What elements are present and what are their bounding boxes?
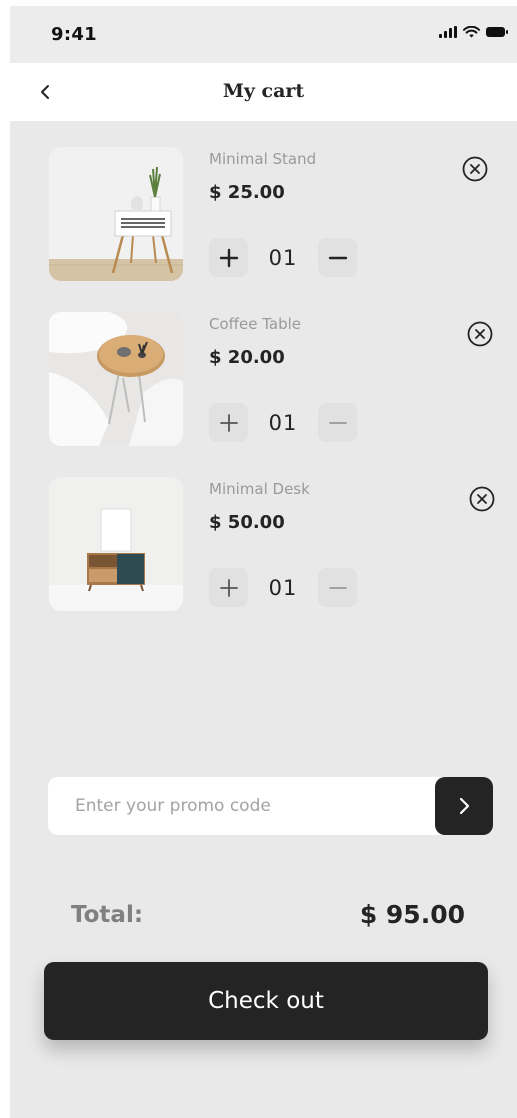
quantity-value: 01 — [268, 575, 298, 600]
quantity-value: 01 — [268, 410, 298, 435]
quantity-stepper: 01 — [209, 403, 357, 442]
item-name: Coffee Table — [209, 315, 301, 333]
phone-screen: 9:41 My cart Minimal Stand $ 25.00 01 Co… — [10, 6, 517, 1118]
decrease-quantity-button[interactable] — [318, 238, 357, 277]
total-value: $ 95.00 — [359, 900, 465, 929]
product-image-minimal-desk[interactable] — [49, 477, 183, 611]
item-name: Minimal Stand — [209, 150, 317, 168]
promo-code-box — [48, 777, 493, 835]
minus-icon — [328, 586, 347, 589]
decrease-quantity-button[interactable] — [318, 568, 357, 607]
cart-item-minimal-desk: Minimal Desk $ 50.00 01 — [49, 477, 499, 611]
product-image-coffee-table[interactable] — [49, 312, 183, 446]
quantity-stepper: 01 — [209, 238, 357, 277]
status-icons — [439, 26, 508, 38]
quantity-stepper: 01 — [209, 568, 357, 607]
increase-quantity-button[interactable] — [209, 568, 248, 607]
checkout-button[interactable]: Check out — [44, 962, 488, 1040]
decrease-quantity-button[interactable] — [318, 403, 357, 442]
plus-icon — [219, 248, 238, 267]
item-price: $ 25.00 — [209, 182, 285, 203]
close-circle-icon — [462, 156, 488, 182]
close-circle-icon — [467, 321, 493, 347]
header: My cart — [10, 63, 517, 121]
page-title: My cart — [222, 80, 305, 102]
product-image-minimal-stand[interactable] — [49, 147, 183, 281]
remove-item-button[interactable] — [465, 319, 495, 349]
remove-item-button[interactable] — [467, 484, 497, 514]
total-label: Total: — [71, 902, 144, 928]
increase-quantity-button[interactable] — [209, 238, 248, 277]
status-bar: 9:41 — [10, 6, 517, 63]
signal-icon — [439, 26, 457, 38]
item-price: $ 50.00 — [209, 512, 285, 533]
minus-icon — [328, 256, 347, 259]
remove-item-button[interactable] — [460, 154, 490, 184]
wifi-icon — [463, 26, 480, 38]
quantity-value: 01 — [268, 245, 298, 270]
cart-item-minimal-stand: Minimal Stand $ 25.00 01 — [49, 147, 499, 281]
plus-icon — [219, 578, 238, 597]
increase-quantity-button[interactable] — [209, 403, 248, 442]
apply-promo-button[interactable] — [435, 777, 493, 835]
cart-item-coffee-table: Coffee Table $ 20.00 01 — [49, 312, 499, 446]
close-circle-icon — [469, 486, 495, 512]
battery-icon — [486, 27, 508, 37]
status-time: 9:41 — [51, 24, 97, 45]
minus-icon — [328, 421, 347, 424]
item-name: Minimal Desk — [209, 480, 310, 498]
promo-code-input[interactable] — [48, 777, 428, 835]
chevron-right-icon — [459, 797, 470, 815]
plus-icon — [219, 413, 238, 432]
item-price: $ 20.00 — [209, 347, 285, 368]
